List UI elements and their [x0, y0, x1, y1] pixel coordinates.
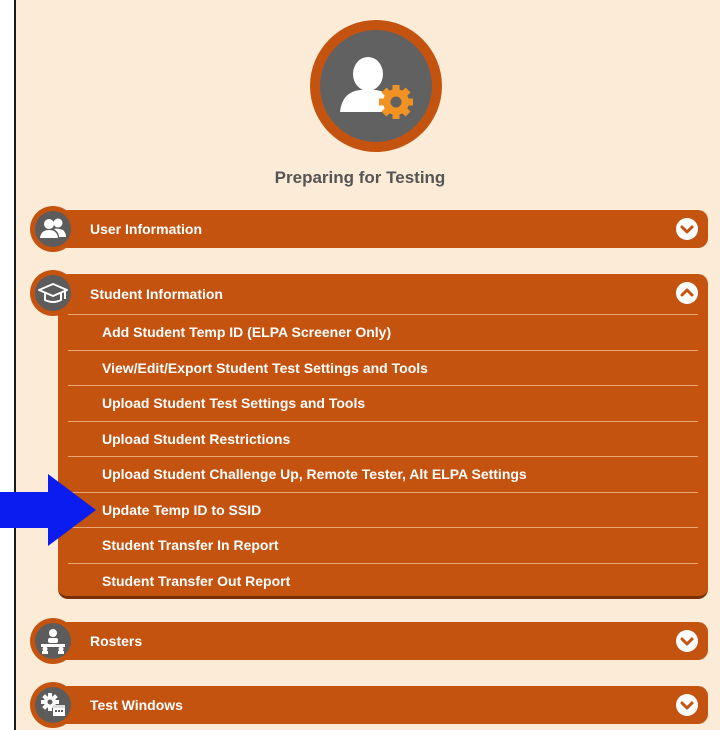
menu-item-transfer-out-report[interactable]: Student Transfer Out Report	[68, 562, 698, 599]
menu-item-view-edit-export-settings[interactable]: View/Edit/Export Student Test Settings a…	[68, 349, 698, 386]
chevron-up-icon[interactable]	[676, 282, 698, 304]
chevron-down-icon[interactable]	[676, 630, 698, 652]
menu-item-add-student-temp-id[interactable]: Add Student Temp ID (ELPA Screener Only)	[68, 314, 698, 350]
user-gear-icon	[320, 30, 432, 142]
menu-item-transfer-in-report[interactable]: Student Transfer In Report	[68, 527, 698, 563]
graduation-cap-icon	[30, 270, 76, 316]
section-test-windows[interactable]: Test Windows	[58, 686, 708, 724]
menu-item-update-temp-id-to-ssid[interactable]: Update Temp ID to SSID	[68, 491, 698, 528]
gear-calendar-icon	[30, 682, 76, 728]
section-label: Rosters	[90, 633, 143, 649]
section-label: Test Windows	[90, 697, 183, 713]
right-arrow-icon	[0, 474, 98, 551]
section-rosters[interactable]: Rosters	[58, 622, 708, 660]
classroom-icon	[30, 618, 76, 664]
chevron-down-icon[interactable]	[676, 694, 698, 716]
section-label: User Information	[90, 221, 203, 237]
section-label: Student Information	[90, 286, 223, 302]
menu-item-upload-challenge-up[interactable]: Upload Student Challenge Up, Remote Test…	[68, 456, 698, 492]
chevron-down-icon[interactable]	[676, 218, 698, 240]
student-information-menu: Add Student Temp ID (ELPA Screener Only)…	[58, 314, 708, 598]
users-icon	[30, 206, 76, 252]
menu-item-upload-test-settings[interactable]: Upload Student Test Settings and Tools	[68, 385, 698, 421]
menu-item-upload-restrictions[interactable]: Upload Student Restrictions	[68, 420, 698, 457]
page-title: Preparing for Testing	[274, 168, 446, 187]
section-student-information[interactable]: Student Information Add Student Temp ID …	[58, 274, 708, 599]
section-user-information[interactable]: User Information	[58, 210, 708, 248]
